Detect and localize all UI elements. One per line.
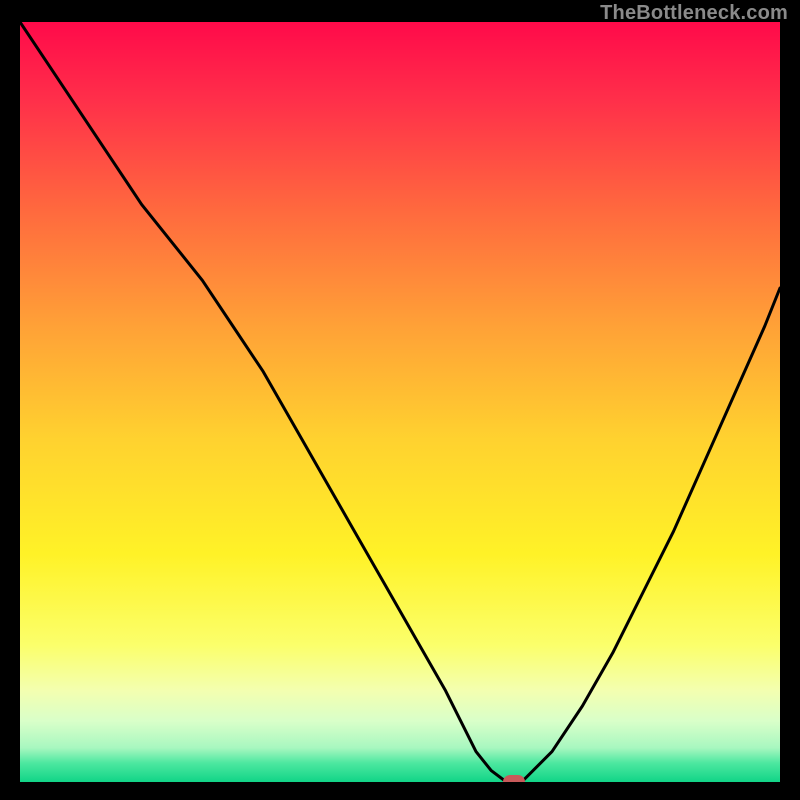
chart-frame: TheBottleneck.com [0,0,800,800]
plot-area [20,22,780,782]
bottleneck-curve [20,22,780,782]
optimal-point-marker [503,775,525,782]
